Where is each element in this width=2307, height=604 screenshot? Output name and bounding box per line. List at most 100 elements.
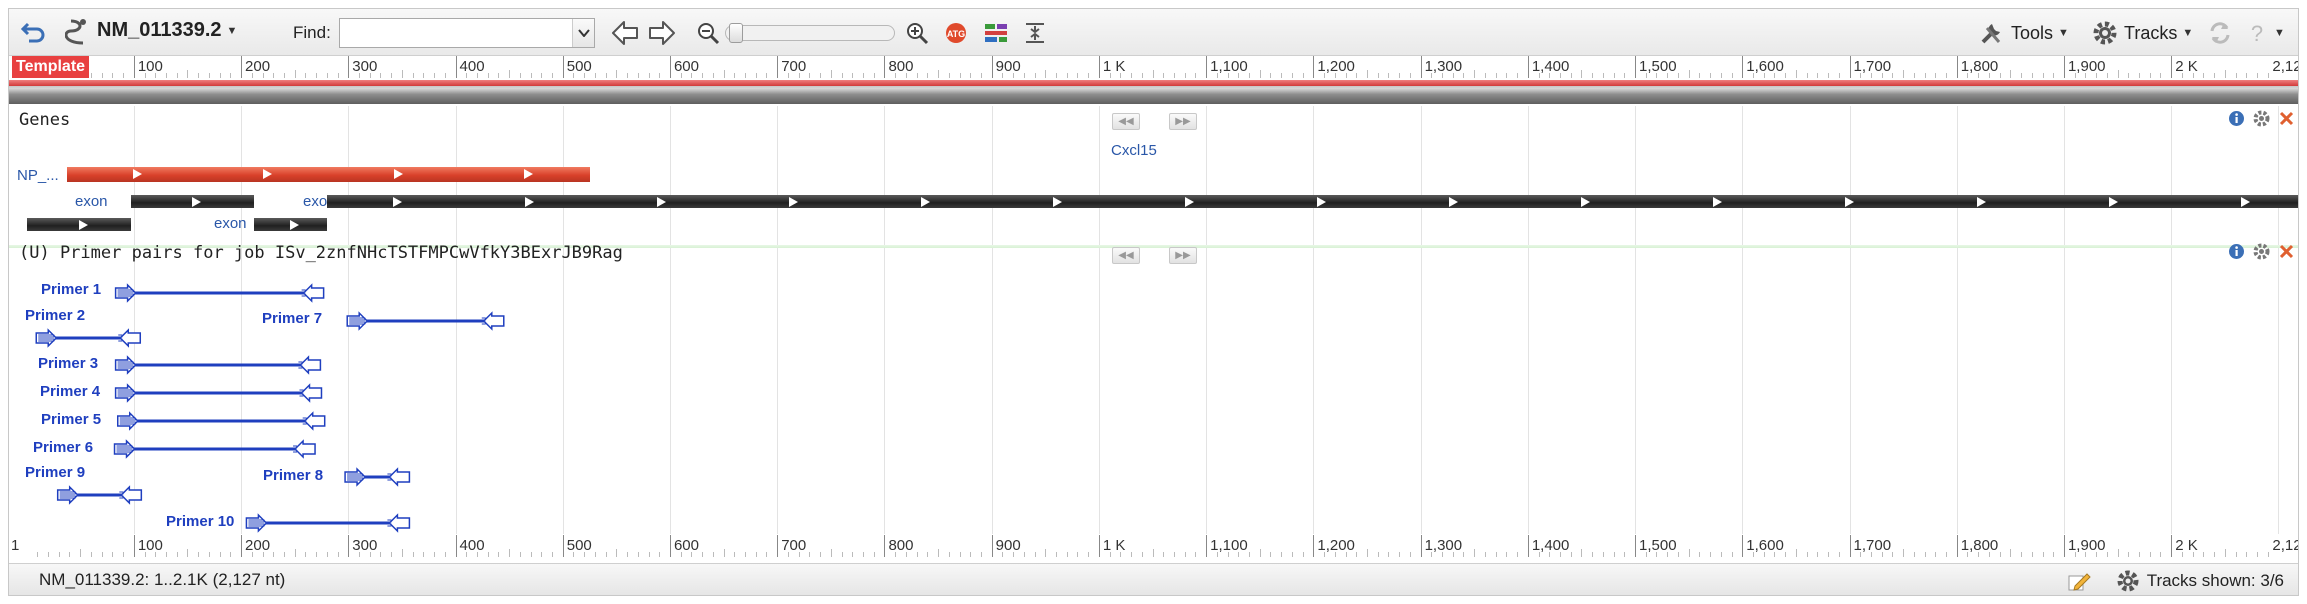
gene-label[interactable]: Cxcl15 xyxy=(1111,142,1157,159)
find-combobox[interactable] xyxy=(339,18,595,48)
ruler-minor-tick xyxy=(1077,73,1079,78)
tools-menu[interactable]: Tools ▼ xyxy=(1979,20,2069,46)
reverse-primer-arrow[interactable] xyxy=(293,439,316,459)
reverse-primer-arrow[interactable] xyxy=(387,513,411,533)
template-sequence-bar[interactable] xyxy=(9,80,2298,104)
help-icon: ? xyxy=(2251,21,2263,46)
zoom-out-icon[interactable] xyxy=(696,21,720,45)
primer-label[interactable]: Primer 1 xyxy=(41,281,101,298)
ruler-minor-tick xyxy=(155,73,157,78)
genes-prev-button[interactable]: ◀◀ xyxy=(1112,113,1140,130)
reverse-primer-arrow[interactable] xyxy=(481,311,505,331)
exon-feature[interactable] xyxy=(326,195,2298,208)
primer-label[interactable]: Primer 9 xyxy=(25,464,85,481)
ruler-minor-tick xyxy=(476,73,478,78)
primer-label[interactable]: Primer 3 xyxy=(38,355,98,372)
cds-label[interactable]: NP_... xyxy=(17,167,59,184)
reverse-primer-arrow[interactable] xyxy=(118,328,142,348)
primer-label[interactable]: Primer 5 xyxy=(41,411,101,428)
ruler-minor-tick xyxy=(423,552,425,557)
atg-icon[interactable]: ATG xyxy=(943,21,969,45)
forward-primer-arrow[interactable] xyxy=(113,439,136,459)
toolbar: NM_011339.2 ▼ Find: ATG Tools ▼ Tracks ▼… xyxy=(9,9,2298,56)
find-dropdown-icon[interactable] xyxy=(572,19,594,47)
primers-next-button[interactable]: ▶▶ xyxy=(1169,247,1197,264)
ruler-minor-tick xyxy=(1291,73,1293,78)
info-icon[interactable] xyxy=(2228,243,2245,260)
forward-primer-arrow[interactable] xyxy=(114,383,137,403)
ruler-minor-tick xyxy=(680,73,682,78)
ruler-minor-tick xyxy=(1946,73,1948,78)
reverse-primer-arrow[interactable] xyxy=(298,355,322,375)
reverse-primer-arrow[interactable] xyxy=(119,485,143,505)
forward-primer-arrow[interactable] xyxy=(114,355,137,375)
ruler-minor-tick xyxy=(1710,73,1712,78)
ruler-tick-label: 1 K xyxy=(1098,56,1125,78)
ruler-minor-tick xyxy=(1753,552,1754,557)
ruler-minor-tick xyxy=(391,552,393,557)
exon-feature[interactable] xyxy=(253,218,327,231)
cds-feature[interactable] xyxy=(67,167,590,182)
ruler-minor-tick xyxy=(2096,552,2098,557)
edit-icon[interactable] xyxy=(2067,570,2091,592)
forward-primer-arrow[interactable] xyxy=(114,283,137,303)
sequence-selector[interactable]: NM_011339.2 ▼ xyxy=(97,19,237,42)
ruler-minor-tick xyxy=(1870,552,1872,557)
primer-label[interactable]: Primer 10 xyxy=(166,513,234,530)
exon-feature[interactable] xyxy=(26,218,131,231)
reverse-primer-arrow[interactable] xyxy=(302,411,326,431)
ruler-minor-tick xyxy=(1881,552,1883,557)
sequence-switch-icon[interactable] xyxy=(65,18,89,46)
zoom-slider[interactable] xyxy=(725,23,895,43)
primers-prev-button[interactable]: ◀◀ xyxy=(1112,247,1140,264)
ruler-tick-label: 500 xyxy=(562,56,592,78)
ruler-minor-tick xyxy=(1677,552,1679,557)
primer-label[interactable]: Primer 2 xyxy=(25,307,85,324)
ruler-minor-tick xyxy=(2053,552,2055,557)
refresh-icon[interactable] xyxy=(2207,20,2233,46)
ruler-minor-tick xyxy=(2031,552,2033,557)
fit-icon[interactable] xyxy=(1023,21,1047,45)
bottom-ruler: 1 100 200 300 400 500 600 700 800 900 1 K 1,100 1,2… xyxy=(9,535,2298,557)
ruler-minor-tick xyxy=(187,70,189,78)
forward-arrow-icon[interactable] xyxy=(647,19,677,47)
reverse-primer-arrow[interactable] xyxy=(387,467,411,487)
ruler-minor-tick xyxy=(766,552,768,557)
alignment-icon[interactable] xyxy=(983,21,1009,45)
ruler-minor-tick xyxy=(1903,70,1905,78)
forward-primer-arrow[interactable] xyxy=(245,513,268,533)
primer-label[interactable]: Primer 4 xyxy=(40,383,100,400)
close-icon[interactable] xyxy=(2278,110,2295,127)
reverse-primer-arrow[interactable] xyxy=(299,383,323,403)
gear-icon[interactable] xyxy=(2253,243,2270,260)
back-arrow-icon[interactable] xyxy=(610,19,640,47)
close-icon[interactable] xyxy=(2278,243,2295,260)
ruler-minor-tick xyxy=(895,552,897,557)
primer-label[interactable]: Primer 7 xyxy=(262,310,322,327)
genes-next-button[interactable]: ▶▶ xyxy=(1169,113,1197,130)
forward-primer-arrow[interactable] xyxy=(56,485,79,505)
reverse-primer-arrow[interactable] xyxy=(301,283,325,303)
forward-primer-arrow[interactable] xyxy=(116,411,139,431)
primer-label[interactable]: Primer 8 xyxy=(263,467,323,484)
forward-primer-arrow[interactable] xyxy=(35,328,58,348)
find-input[interactable] xyxy=(340,19,564,47)
zoom-slider-handle[interactable] xyxy=(729,23,743,43)
forward-primer-arrow[interactable] xyxy=(346,311,369,331)
forward-primer-arrow[interactable] xyxy=(344,467,367,487)
undo-icon[interactable] xyxy=(19,18,49,46)
gear-icon[interactable] xyxy=(2117,570,2139,592)
ruler-minor-tick xyxy=(702,73,704,78)
ruler-minor-tick xyxy=(1817,552,1819,557)
ruler-minor-tick xyxy=(112,552,114,557)
ruler-minor-tick xyxy=(541,552,543,557)
ruler-minor-tick xyxy=(766,73,768,78)
tracks-menu[interactable]: Tracks ▼ xyxy=(2092,20,2193,46)
help-menu[interactable]: ? ▼ xyxy=(2245,20,2285,46)
info-icon[interactable] xyxy=(2228,110,2245,127)
zoom-in-icon[interactable] xyxy=(905,21,929,45)
primer-label[interactable]: Primer 6 xyxy=(33,439,93,456)
ruler-minor-tick xyxy=(48,552,50,557)
gear-icon[interactable] xyxy=(2253,110,2270,127)
exon-feature[interactable] xyxy=(130,195,254,208)
